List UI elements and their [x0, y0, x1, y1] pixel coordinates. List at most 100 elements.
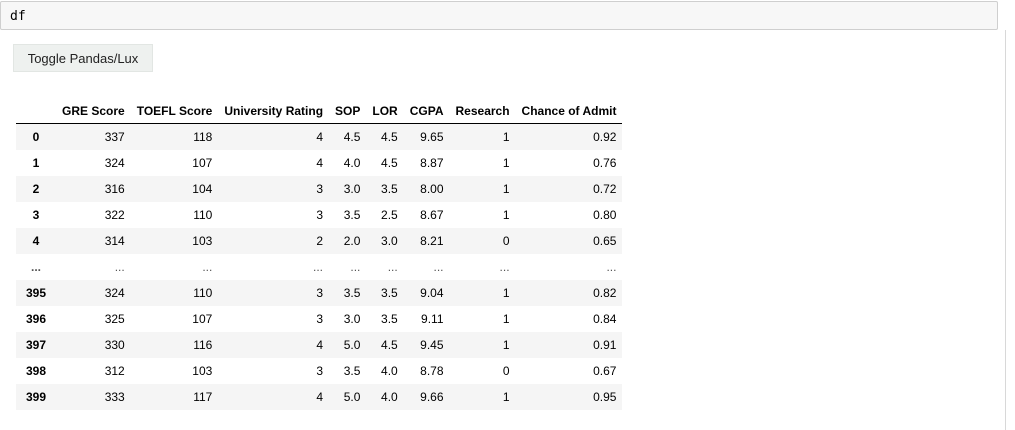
table-row: 397 330 116 4 5.0 4.5 9.45 1 0.91: [16, 332, 623, 358]
table-cell: 316: [104, 182, 125, 196]
table-cell: 103: [192, 234, 213, 248]
table-cell: 333: [104, 390, 125, 404]
table-cell: 1: [502, 390, 510, 404]
table-cell: 5.0: [343, 338, 361, 352]
table-cell: 110: [193, 208, 213, 222]
column-header: Research: [449, 98, 516, 124]
table-cell: 3.5: [381, 182, 398, 196]
table-cell: 3: [316, 182, 324, 196]
table-cell: 9.45: [420, 338, 444, 352]
table-cell: 118: [193, 130, 213, 144]
row-index: 397: [26, 338, 47, 352]
toggle-pandas-lux-button[interactable]: Toggle Pandas/Lux: [13, 44, 153, 72]
table-cell: 3.0: [343, 312, 361, 326]
row-index: 0: [32, 130, 40, 144]
table-cell: 9.66: [420, 390, 444, 404]
table-cell: 0.67: [593, 364, 617, 378]
dataframe-table: GRE Score TOEFL Score University Rating …: [16, 98, 623, 410]
table-cell: 324: [104, 156, 125, 170]
table-cell: 3: [316, 208, 324, 222]
row-index: 395: [26, 286, 47, 300]
table-cell: 4: [316, 390, 324, 404]
table-cell: 5.0: [343, 390, 361, 404]
table-row: 1 324 107 4 4.0 4.5 8.87 1 0.76: [16, 150, 623, 176]
table-cell: ...: [499, 260, 510, 274]
table-row: 395 324 110 3 3.5 3.5 9.04 1 0.82: [16, 280, 623, 306]
table-cell: 0.80: [593, 208, 617, 222]
table-cell: 117: [193, 390, 213, 404]
row-index: 3: [32, 208, 40, 222]
table-cell: 322: [104, 208, 125, 222]
row-index: 396: [26, 312, 47, 326]
table-cell: 0.72: [593, 182, 617, 196]
table-cell: ...: [114, 260, 125, 274]
table-row: 0 337 118 4 4.5 4.5 9.65 1 0.92: [16, 123, 623, 150]
table-row: 4 314 103 2 2.0 3.0 8.21 0 0.65: [16, 228, 623, 254]
table-cell: 3.0: [381, 234, 398, 248]
code-text: df: [10, 9, 26, 24]
table-cell: 4.0: [381, 364, 398, 378]
table-cell: 325: [104, 312, 125, 326]
code-cell-input[interactable]: df: [0, 1, 998, 30]
table-cell: 9.04: [420, 286, 444, 300]
table-cell: 2.0: [343, 234, 361, 248]
table-cell: 4.0: [381, 390, 398, 404]
table-cell: 4: [316, 130, 324, 144]
table-cell: 104: [192, 182, 213, 196]
output-area-border: [1005, 30, 1006, 430]
table-cell: 3: [316, 312, 324, 326]
table-cell: 0.84: [593, 312, 617, 326]
table-cell: 110: [193, 286, 213, 300]
table-cell: 1: [502, 312, 510, 326]
table-cell: 2: [316, 234, 324, 248]
table-cell: 0.92: [593, 130, 617, 144]
table-cell: 312: [104, 364, 125, 378]
table-cell: 0.91: [593, 338, 617, 352]
index-header: [16, 98, 57, 124]
table-cell: 4: [316, 156, 324, 170]
table-row: 2 316 104 3 3.0 3.5 8.00 1 0.72: [16, 176, 623, 202]
column-header: LOR: [366, 98, 404, 124]
table-cell: ...: [313, 260, 324, 274]
table-cell: 1: [502, 182, 510, 196]
table-cell: 116: [193, 338, 213, 352]
table-cell: 103: [192, 364, 213, 378]
column-header: SOP: [329, 98, 367, 124]
table-cell: 3: [316, 364, 324, 378]
table-cell: 4.5: [343, 130, 361, 144]
table-cell: ...: [387, 260, 398, 274]
table-cell: 107: [192, 312, 213, 326]
table-cell: 8.87: [420, 156, 444, 170]
table-cell: 4.5: [381, 130, 398, 144]
header-row: GRE Score TOEFL Score University Rating …: [16, 98, 623, 124]
table-header: GRE Score TOEFL Score University Rating …: [16, 98, 623, 124]
table-row: 3 322 110 3 3.5 2.5 8.67 1 0.80: [16, 202, 623, 228]
table-cell: 337: [104, 130, 125, 144]
table-cell: 4: [316, 338, 324, 352]
table-cell: 1: [502, 130, 510, 144]
table-cell: 9.11: [421, 312, 444, 326]
table-cell: 324: [104, 286, 125, 300]
table-cell: 0.65: [593, 234, 617, 248]
row-index: 399: [26, 390, 47, 404]
row-index: 4: [32, 234, 40, 248]
row-index: 398: [26, 364, 47, 378]
table-cell: 9.65: [420, 130, 444, 144]
table-cell: 1: [502, 208, 510, 222]
table-cell: ...: [433, 260, 444, 274]
row-index: 2: [32, 182, 40, 196]
table-cell: 4.5: [381, 338, 398, 352]
column-header: CGPA: [403, 98, 450, 124]
table-cell: 3.5: [381, 286, 398, 300]
table-cell: 314: [104, 234, 125, 248]
table-cell: 4.0: [343, 156, 361, 170]
table-cell: ...: [202, 260, 213, 274]
table-cell: 3: [316, 286, 324, 300]
table-row: ...........................: [16, 254, 623, 280]
table-cell: 1: [502, 286, 510, 300]
table-row: 398 312 103 3 3.5 4.0 8.78 0 0.67: [16, 358, 623, 384]
table-body: 0 337 118 4 4.5 4.5 9.65 1 0.92 1 324 107 4 4.0 4.5 8.8…: [16, 123, 623, 410]
notebook-page: df Toggle Pandas/Lux GRE Score TOEFL Sco…: [0, 0, 1015, 430]
table-cell: 8.00: [420, 182, 444, 196]
column-header: TOEFL Score: [130, 98, 219, 124]
